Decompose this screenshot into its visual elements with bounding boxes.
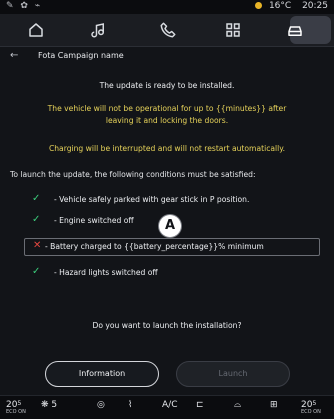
phone-icon <box>160 22 176 38</box>
ac-label: A/C <box>162 400 178 410</box>
condition-row-failed: ✕ - Battery charged to {{battery_percent… <box>24 238 320 256</box>
fan-level: 5 <box>51 400 58 410</box>
status-bar: ✎ ✿ ⌁ 16°C 20:25 <box>0 0 334 14</box>
vehicle-button[interactable] <box>282 17 308 43</box>
top-nav <box>0 14 334 47</box>
time: 20:25 <box>302 1 328 11</box>
fan-icon: ❋ <box>41 400 49 410</box>
rear-defrost-button[interactable]: ⊞ <box>270 400 278 410</box>
status-icons: ✎ ✿ ⌁ <box>6 1 43 11</box>
launch-button[interactable]: Launch <box>176 361 290 387</box>
ac-button[interactable]: A/C <box>162 400 177 410</box>
rear-defrost-icon: ⊞ <box>270 400 278 410</box>
seat-button[interactable]: ⊏ <box>196 400 204 410</box>
seat-icon: ⊏ <box>196 400 204 410</box>
page-title: Fota Campaign name <box>38 51 124 60</box>
cross-icon: ✕ <box>33 240 42 251</box>
check-icon: ✓ <box>32 193 41 204</box>
warning-operational-line2: leaving it and locking the doors. <box>105 116 229 125</box>
warning-operational-line1: The vehicle will not be operational for … <box>47 104 287 113</box>
warning-charging: Charging will be interrupted and will no… <box>48 144 286 153</box>
right-temp-mode: ECO ON <box>301 409 321 415</box>
car-icon <box>288 26 302 36</box>
left-temp-control[interactable]: 205 ECO ON <box>6 400 26 415</box>
seat-heat-icon: ⌇ <box>128 400 133 410</box>
status-dot-icon <box>255 2 263 9</box>
ready-message: The update is ready to be installed. <box>99 81 235 90</box>
music-button[interactable] <box>85 17 111 43</box>
condition-row: ✓ - Vehicle safely parked with gear stic… <box>10 192 318 208</box>
defrost-icon: ◎ <box>97 400 105 410</box>
condition-label: - Engine switched off <box>54 216 134 225</box>
callout-marker: A <box>159 215 181 237</box>
check-icon: ✓ <box>32 214 41 225</box>
left-temp-mode: ECO ON <box>6 409 26 415</box>
condition-label: - Battery charged to {{battery_percentag… <box>45 242 264 251</box>
apps-button[interactable] <box>220 17 246 43</box>
temperature: 16°C <box>268 1 292 11</box>
seat-heat-button[interactable]: ⌇ <box>128 400 132 410</box>
home-button[interactable] <box>23 17 49 43</box>
home-icon <box>29 23 43 37</box>
conditions-title: To launch the update, the following cond… <box>10 170 256 179</box>
condition-label: - Vehicle safely parked with gear stick … <box>54 195 250 204</box>
apps-grid-icon <box>226 23 240 37</box>
music-icon <box>91 23 104 38</box>
bottom-climate-bar: 205 ECO ON ❋ 5 ◎ ⌇ A/C ⊏ ⌓ ⊞ 205 ECO ON <box>0 395 334 419</box>
screen: ✎ ✿ ⌁ 16°C 20:25 ← Fota Campaign name Th… <box>0 0 334 419</box>
check-icon: ✓ <box>32 266 41 277</box>
phone-button[interactable] <box>155 17 181 43</box>
fan-control[interactable]: ❋ 5 <box>41 400 57 410</box>
page-header: ← Fota Campaign name <box>0 48 334 66</box>
windshield-button[interactable]: ⌓ <box>234 400 241 410</box>
defrost-button[interactable]: ◎ <box>97 400 105 410</box>
right-temp-control[interactable]: 205 ECO ON <box>301 400 321 415</box>
information-button[interactable]: Information <box>45 361 159 387</box>
condition-row: ✓ - Hazard lights switched off <box>10 265 318 281</box>
status-right: 16°C 20:25 <box>255 1 328 11</box>
condition-label: - Hazard lights switched off <box>54 268 158 277</box>
windshield-icon: ⌓ <box>234 400 242 410</box>
install-question: Do you want to launch the installation? <box>92 321 242 330</box>
back-button[interactable]: ← <box>10 50 18 61</box>
